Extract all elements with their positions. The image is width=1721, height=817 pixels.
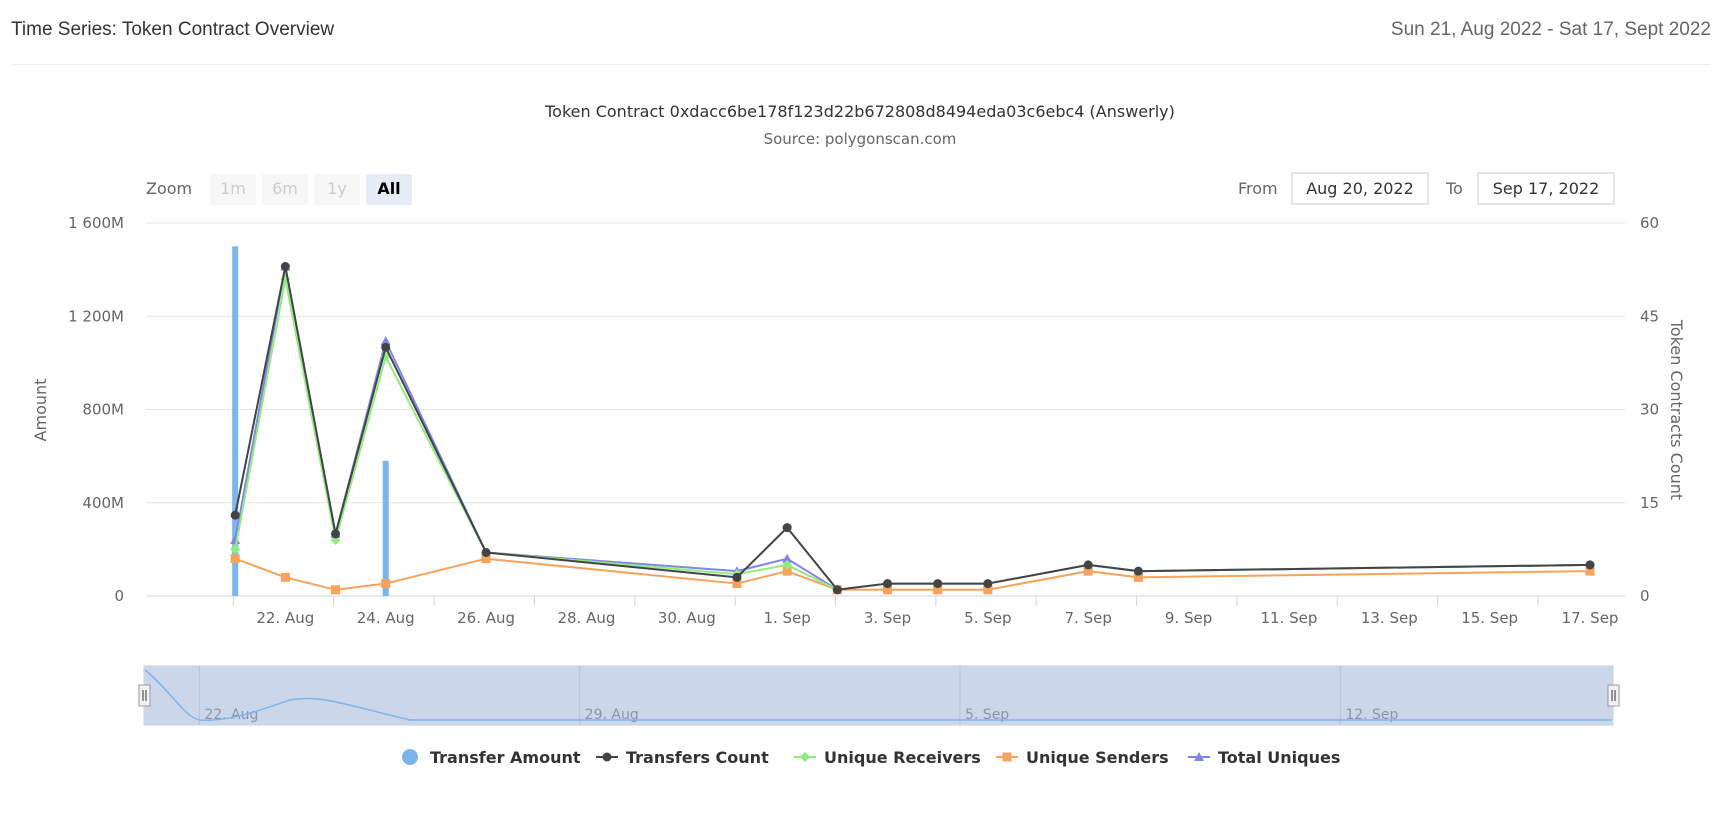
legend-item-total-uniques[interactable]: Total Uniques <box>1188 748 1340 767</box>
zoom-button-label: 6m <box>272 179 298 198</box>
legend-symbol <box>402 749 418 765</box>
x-tick-label: 5. Sep <box>964 609 1011 627</box>
data-point <box>933 579 943 589</box>
data-point <box>983 579 993 589</box>
y-right-tick-label: 15 <box>1640 494 1659 512</box>
legend-item-unique-senders[interactable]: Unique Senders <box>996 748 1169 767</box>
x-tick-label: 30. Aug <box>658 609 716 627</box>
x-tick-label: 15. Sep <box>1461 609 1518 627</box>
data-point <box>230 510 240 520</box>
series-line <box>234 557 1591 591</box>
data-point <box>1133 566 1143 576</box>
data-point <box>230 535 241 545</box>
data-point <box>230 554 240 564</box>
data-point <box>481 547 491 557</box>
legend-item-unique-receivers[interactable]: Unique Receivers <box>794 748 981 767</box>
legend-item-transfers-count[interactable]: Transfers Count <box>596 748 769 767</box>
data-point <box>832 585 842 595</box>
y-left-axis-title: Amount <box>31 379 50 442</box>
navigator-handle-left[interactable] <box>138 684 151 707</box>
data-point <box>732 572 742 582</box>
chart-svg: Token Contract 0xdacc6be178f123d22b67280… <box>31 102 1686 767</box>
data-point <box>782 523 792 533</box>
series-transfers-count <box>230 262 1595 595</box>
data-point <box>381 579 391 589</box>
y-left-tick-label: 1 600M <box>68 214 124 232</box>
data-point <box>331 585 341 595</box>
y-left-tick-label: 0 <box>114 587 124 605</box>
x-tick-label: 28. Aug <box>557 609 615 627</box>
series-unique-senders <box>230 554 1595 595</box>
x-tick-label: 24. Aug <box>357 609 415 627</box>
y-left-tick-label: 400M <box>82 494 124 512</box>
data-point <box>280 262 290 272</box>
x-tick-label: 7. Sep <box>1065 609 1112 627</box>
x-tick-label: 26. Aug <box>457 609 515 627</box>
from-date-value: Aug 20, 2022 <box>1306 179 1414 198</box>
zoom-button-label: 1y <box>327 179 347 198</box>
x-tick-label: 13. Sep <box>1361 609 1418 627</box>
navigator-handle-right[interactable] <box>1607 684 1620 707</box>
data-point <box>381 342 391 352</box>
y-right-tick-label: 45 <box>1640 307 1659 325</box>
chart-title: Token Contract 0xdacc6be178f123d22b67280… <box>544 102 1175 121</box>
y-left-tick-label: 800M <box>82 401 124 419</box>
y-left-tick-label: 1 200M <box>68 307 124 325</box>
x-tick-label: 3. Sep <box>864 609 911 627</box>
series-unique-receivers <box>230 273 1595 595</box>
zoom-label: Zoom <box>146 179 192 198</box>
to-date-value: Sep 17, 2022 <box>1493 179 1600 198</box>
legend-label: Transfer Amount <box>430 748 581 767</box>
data-point <box>1083 560 1093 570</box>
x-tick-label: 1. Sep <box>763 609 810 627</box>
legend-symbol <box>602 752 612 762</box>
legend-label: Unique Senders <box>1026 748 1169 767</box>
x-tick-label: 11. Sep <box>1260 609 1317 627</box>
legend-label: Unique Receivers <box>824 748 981 767</box>
y-right-tick-label: 30 <box>1640 401 1659 419</box>
legend-symbol <box>1002 752 1012 762</box>
x-tick-label: 22. Aug <box>256 609 314 627</box>
series-total-uniques <box>230 261 1595 594</box>
y-right-axis-title: Token Contracts Count <box>1667 319 1686 500</box>
data-point <box>883 579 892 589</box>
to-label: To <box>1445 179 1463 198</box>
data-point <box>280 572 290 582</box>
legend-label: Total Uniques <box>1218 748 1340 767</box>
from-label: From <box>1238 179 1278 198</box>
y-right-tick-label: 60 <box>1640 214 1659 232</box>
chart-subtitle: Source: polygonscan.com <box>764 130 957 148</box>
zoom-button-label: 1m <box>220 179 246 198</box>
x-tick-label: 9. Sep <box>1165 609 1212 627</box>
x-tick-label: 17. Sep <box>1562 609 1619 627</box>
legend-symbol <box>800 752 810 762</box>
series-line <box>234 265 1591 591</box>
data-point <box>331 529 341 539</box>
series-line <box>234 277 1591 591</box>
legend-item-transfer-amount[interactable]: Transfer Amount <box>402 748 581 767</box>
series-line <box>234 265 1591 591</box>
data-point <box>230 544 241 555</box>
y-right-tick-label: 0 <box>1640 587 1650 605</box>
zoom-button-label: All <box>377 179 400 198</box>
legend-label: Transfers Count <box>626 748 769 767</box>
bar <box>382 460 389 596</box>
data-point <box>1585 560 1595 570</box>
